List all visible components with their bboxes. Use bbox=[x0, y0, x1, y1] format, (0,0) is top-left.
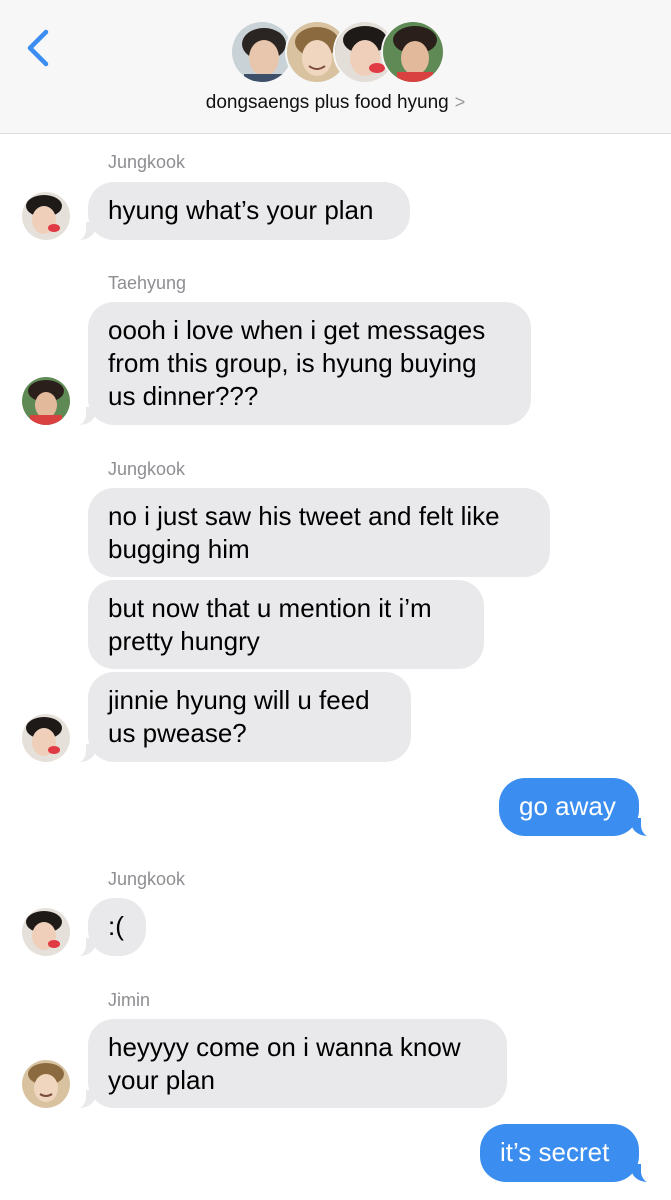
message-bubble[interactable]: heyyyy come on i wanna know your plan bbox=[88, 1019, 507, 1108]
sender-name: Jungkook bbox=[108, 869, 186, 889]
avatar-taehyung bbox=[381, 20, 445, 84]
group-avatars[interactable] bbox=[230, 20, 445, 86]
bubble-tail bbox=[70, 406, 96, 426]
sender-name: Taehyung bbox=[108, 273, 187, 293]
message-line: bugging him bbox=[108, 534, 250, 564]
message-line: your plan bbox=[108, 1065, 215, 1095]
message-bubble[interactable]: but now that u mention it i’m pretty hun… bbox=[88, 580, 484, 669]
chevron-right-icon: > bbox=[454, 92, 466, 112]
message-line: pretty hungry bbox=[108, 626, 260, 656]
message-line: heyyyy come on i wanna know bbox=[108, 1032, 461, 1062]
avatar-jungkook[interactable] bbox=[22, 192, 70, 240]
message-line: go away bbox=[519, 791, 616, 821]
sender-name: Jungkook bbox=[108, 152, 186, 172]
message-line: oooh i love when i get messages bbox=[108, 315, 486, 345]
avatar-taehyung[interactable] bbox=[22, 377, 70, 425]
bubble-tail bbox=[70, 221, 96, 241]
avatar-jimin[interactable] bbox=[22, 1060, 70, 1108]
message-bubble[interactable]: jinnie hyung will u feed us pwease? bbox=[88, 672, 411, 762]
message-bubble[interactable]: hyung what’s your plan bbox=[88, 182, 410, 240]
message-line: hyung what’s your plan bbox=[108, 195, 374, 225]
conversation-header: dongsaengs plus food hyung > bbox=[0, 0, 671, 134]
message-line: it’s secret bbox=[500, 1137, 610, 1167]
group-title-button[interactable]: dongsaengs plus food hyung > bbox=[0, 92, 671, 114]
message-line: from this group, is hyung buying bbox=[108, 348, 477, 378]
message-line: us pwease? bbox=[108, 718, 247, 748]
message-bubble-sent[interactable]: go away bbox=[499, 778, 639, 836]
message-bubble-sent[interactable]: it’s secret bbox=[480, 1124, 639, 1182]
chevron-left-icon bbox=[27, 29, 49, 67]
message-bubble[interactable]: :( bbox=[88, 898, 146, 956]
sender-name: Jimin bbox=[108, 990, 151, 1010]
message-line: but now that u mention it i’m bbox=[108, 593, 432, 623]
back-button[interactable] bbox=[22, 28, 56, 68]
sender-name: Jungkook bbox=[108, 459, 186, 479]
avatar-jungkook[interactable] bbox=[22, 908, 70, 956]
bubble-tail bbox=[631, 1163, 657, 1183]
message-line: us dinner??? bbox=[108, 381, 259, 411]
bubble-tail bbox=[70, 937, 96, 957]
message-line: jinnie hyung will u feed bbox=[108, 685, 370, 715]
bubble-tail bbox=[70, 743, 96, 763]
avatar-jungkook[interactable] bbox=[22, 714, 70, 762]
message-bubble[interactable]: oooh i love when i get messages from thi… bbox=[88, 302, 531, 425]
message-bubble[interactable]: no i just saw his tweet and felt like bu… bbox=[88, 488, 550, 577]
bubble-tail bbox=[631, 817, 657, 837]
group-name: dongsaengs plus food hyung bbox=[205, 92, 449, 113]
message-line: no i just saw his tweet and felt like bbox=[108, 501, 500, 531]
message-line: :( bbox=[108, 911, 124, 941]
bubble-tail bbox=[70, 1089, 96, 1109]
